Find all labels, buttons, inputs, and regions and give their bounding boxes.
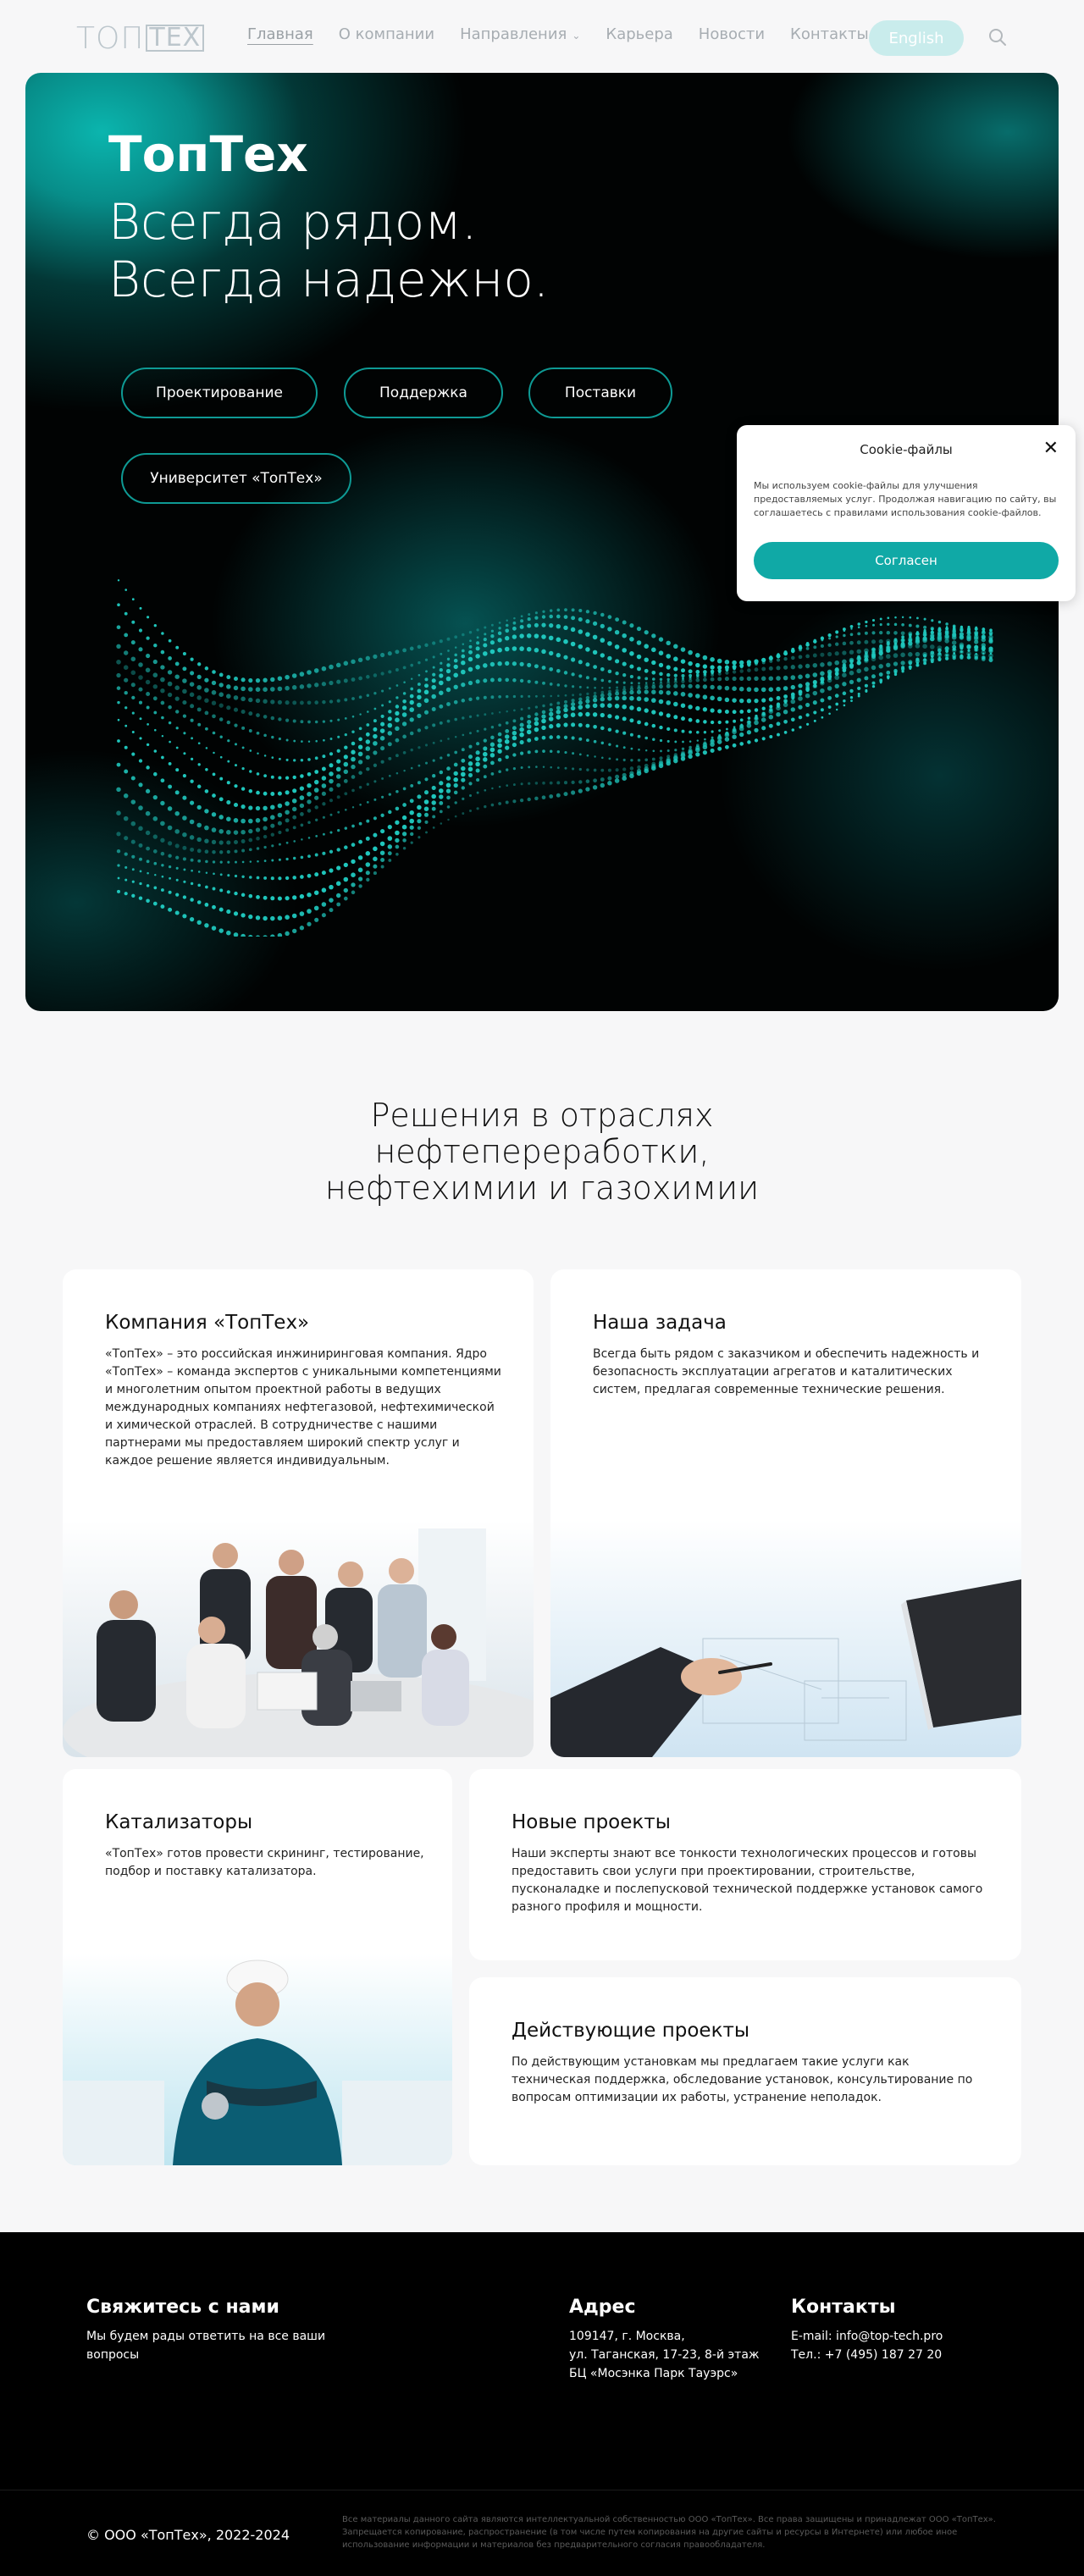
- company-card: Компания «ТопТех» «ТопТех» – это российс…: [63, 1269, 534, 1757]
- hero-tagline: Всегда рядом. Всегда надежно.: [108, 193, 549, 308]
- legal-notice: Все материалы данного сайта являются инт…: [342, 2515, 996, 2550]
- search-icon[interactable]: [987, 27, 1008, 47]
- mission-card: Наша задача Всегда быть рядом с заказчик…: [550, 1269, 1021, 1757]
- address-title: Адрес: [569, 2297, 636, 2318]
- catalysts-card-text: «ТопТех» готов провести скрининг, тестир…: [105, 1847, 424, 1878]
- close-icon[interactable]: ✕: [1043, 439, 1059, 458]
- chevron-down-icon: ⌄: [572, 30, 581, 41]
- main-nav: Главная О компании Направления ⌄ Карьера …: [247, 25, 869, 43]
- solutions-title: Решения в отраслях нефтепереработки, неф…: [203, 1097, 881, 1207]
- cookie-title: Cookie-файлы: [860, 442, 953, 457]
- engineer-photo: [63, 1954, 452, 2165]
- nav-item-directions[interactable]: Направления ⌄: [460, 25, 580, 43]
- new-projects-card-text: Наши эксперты знают все тонкости техноло…: [512, 1847, 983, 1914]
- current-projects-card-text: По действующим установкам мы предлагаем …: [512, 2055, 973, 2104]
- new-projects-card-title: Новые проекты: [512, 1811, 671, 1833]
- company-card-text: «ТопТех» – это российская инжиниринговая…: [105, 1347, 501, 1468]
- nav-item-career[interactable]: Карьера: [606, 25, 672, 43]
- hero-brand: ТопТех: [108, 125, 308, 183]
- nav-item-home[interactable]: Главная: [247, 25, 313, 43]
- address-line-1: 109147, г. Москва,: [569, 2330, 685, 2343]
- phone-link[interactable]: Тел.: +7 (495) 187 27 20: [791, 2346, 942, 2364]
- solutions-title-line-2: нефтепереработки,: [374, 1133, 710, 1170]
- new-projects-card: Новые проекты Наши эксперты знают все то…: [469, 1769, 1021, 1960]
- address-line-2: ул. Таганская, 17-23, 8-й этаж: [569, 2348, 760, 2362]
- email-link[interactable]: E-mail: info@top-tech.pro: [791, 2327, 943, 2346]
- nav-item-about[interactable]: О компании: [339, 25, 434, 43]
- current-projects-card: Действующие проекты По действующим устан…: [469, 1977, 1021, 2165]
- company-card-title: Компания «ТопТех»: [105, 1312, 310, 1334]
- hero-tagline-line-1: Всегда рядом.: [108, 193, 478, 251]
- blueprint-photo: [550, 1520, 1021, 1757]
- hero-tagline-line-2: Всегда надежно.: [108, 251, 550, 308]
- nav-item-news[interactable]: Новости: [699, 25, 765, 43]
- current-projects-card-title: Действующие проекты: [512, 2020, 750, 2042]
- contacts-title: Контакты: [791, 2297, 896, 2318]
- cookie-banner: Cookie-файлы ✕ Мы используем cookie-файл…: [737, 425, 1076, 601]
- cookie-text: Мы используем cookie-файлы для улучшения…: [754, 480, 1057, 518]
- logo-part-1: ТОП: [76, 20, 145, 56]
- particle-wave-graphic: [116, 579, 993, 937]
- logo-part-2: ТЕХ: [146, 25, 205, 52]
- contact-title: Свяжитесь с нами: [86, 2297, 279, 2318]
- supply-button[interactable]: Поставки: [528, 368, 672, 418]
- site-footer: Свяжитесь с нами Мы будем рады ответить …: [0, 2232, 1084, 2576]
- nav-item-contacts[interactable]: Контакты: [790, 25, 869, 43]
- university-button[interactable]: Университет «ТопТех»: [121, 453, 351, 504]
- mission-card-title: Наша задача: [593, 1312, 727, 1334]
- design-button[interactable]: Проектирование: [121, 368, 318, 418]
- solutions-title-line-3: нефтехимии и газохимии: [324, 1169, 760, 1207]
- mission-card-text: Всегда быть рядом с заказчиком и обеспеч…: [593, 1347, 980, 1396]
- address-line-3: БЦ «Мосэнка Парк Тауэрс»: [569, 2367, 738, 2380]
- nav-item-directions-label: Направления: [460, 25, 567, 43]
- catalysts-card: Катализаторы «ТопТех» готов провести скр…: [63, 1769, 452, 2165]
- catalysts-card-title: Катализаторы: [105, 1811, 253, 1833]
- support-button[interactable]: Поддержка: [344, 368, 503, 418]
- team-photo: [63, 1520, 534, 1757]
- contact-text: Мы будем рады ответить на все ваши вопро…: [86, 2330, 326, 2362]
- solutions-title-line-1: Решения в отраслях: [370, 1097, 714, 1134]
- cookie-accept-button[interactable]: Согласен: [754, 542, 1059, 579]
- logo[interactable]: ТОП ТЕХ: [76, 20, 205, 56]
- site-header: ТОП ТЕХ Главная О компании Направления ⌄ …: [0, 0, 1084, 73]
- copyright: © ООО «ТопТех», 2022-2024: [86, 2527, 290, 2543]
- language-button[interactable]: English: [869, 20, 964, 56]
